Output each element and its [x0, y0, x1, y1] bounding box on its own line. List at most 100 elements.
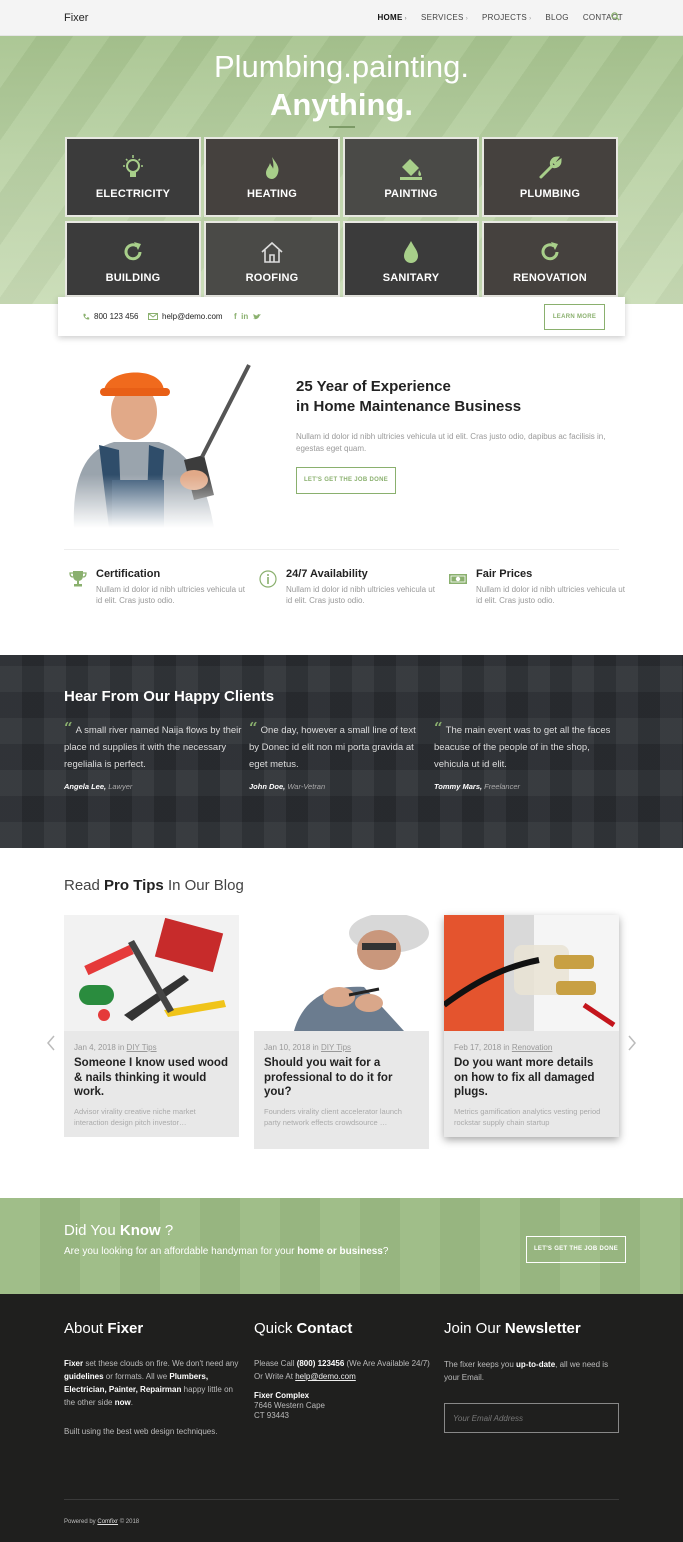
know-heading-post: ?: [164, 1222, 174, 1239]
about-brand: Fixer: [64, 1359, 84, 1368]
phone-number: 800 123 456: [94, 312, 139, 321]
footer-newsletter-text: The fixer keeps you up-to-date, all we n…: [444, 1358, 624, 1384]
know-text-pre: Are you looking for an affordable handym…: [64, 1246, 295, 1257]
post-excerpt: Advisor virality creative niche market i…: [74, 1106, 196, 1128]
get-job-done-banner-button[interactable]: LET'S GET THE JOB DONE: [526, 1236, 626, 1263]
post-title[interactable]: Should you wait for a professional to do…: [254, 1052, 429, 1100]
linkedin-icon[interactable]: in: [241, 312, 248, 321]
testimonials-section: Hear From Our Happy Clients “A small riv…: [0, 655, 683, 848]
email-item[interactable]: help@demo.com: [148, 312, 223, 321]
testimonial-card: “A small river named Naija flows by thei…: [64, 720, 242, 792]
service-label: BUILDING: [105, 272, 161, 284]
testimonial-author: Tommy Mars, Freelancer: [434, 782, 612, 791]
post-date: Jan 4, 2018: [74, 1043, 116, 1052]
search-icon[interactable]: [611, 12, 620, 21]
about-text-4: .: [130, 1398, 133, 1407]
paint-bucket-icon: [400, 159, 422, 180]
phone-icon: [83, 313, 90, 320]
testimonial-quote: “A small river named Naija flows by thei…: [64, 720, 242, 773]
phone-item[interactable]: 800 123 456: [82, 312, 139, 321]
copy-link[interactable]: Comfixr: [97, 1519, 118, 1525]
contact-email-link[interactable]: help@demo.com: [295, 1372, 356, 1381]
testimonial-card: “One day, however a small line of text b…: [249, 720, 427, 792]
post-title[interactable]: Do you want more details on how to fix a…: [444, 1052, 619, 1100]
experience-text: Nullam id dolor id nibh ultricies vehicu…: [296, 432, 606, 453]
service-roofing[interactable]: ROOFING: [204, 221, 340, 297]
service-painting[interactable]: PAINTING: [343, 137, 479, 217]
post-category[interactable]: Renovation: [512, 1043, 552, 1052]
testimonial-quote: “The main event was to get all the faces…: [434, 720, 612, 773]
blog-image-tools: [64, 915, 239, 1031]
know-heading-bold: Know: [119, 1222, 161, 1239]
site-logo[interactable]: Fixer: [64, 12, 88, 24]
post-meta-in: in: [503, 1043, 510, 1052]
newsletter-bold: up-to-date: [516, 1360, 556, 1369]
menu-projects[interactable]: PROJECTS ›: [482, 13, 531, 22]
testimonial-text: One day, however a small line of text by…: [249, 725, 416, 770]
contact-phone[interactable]: (800) 123456: [297, 1359, 345, 1368]
footer-about-built: Built using the best web design techniqu…: [64, 1427, 218, 1436]
copy-pre: Powered by: [64, 1519, 98, 1525]
copy-post: © 2018: [118, 1519, 140, 1525]
chevron-icon: ›: [529, 16, 532, 22]
know-heading: Did You Know ?: [64, 1222, 173, 1239]
worker-image: [64, 350, 254, 528]
service-plumbing[interactable]: PLUMBING: [482, 137, 618, 217]
service-heating[interactable]: HEATING: [204, 137, 340, 217]
testimonial-text: The main event was to get all the faces …: [434, 725, 611, 770]
service-label: RENOVATION: [513, 272, 587, 284]
learn-more-button[interactable]: LEARN MORE: [544, 304, 605, 330]
author-name: Angela Lee,: [64, 782, 107, 791]
blog-card[interactable]: Jan 4, 2018 in DIY Tips Someone I know u…: [64, 915, 239, 1137]
about-text-2: or formats. All we: [103, 1372, 170, 1381]
post-excerpt: Founders virality client accelerator lau…: [264, 1106, 402, 1128]
post-category[interactable]: DIY Tips: [127, 1043, 157, 1052]
twitter-icon[interactable]: [252, 313, 262, 321]
footer-about-heading: About Fixer: [64, 1320, 244, 1337]
email-address: help@demo.com: [162, 312, 223, 321]
top-navbar: Fixer HOME › SERVICES › PROJECTS › BLOG CON…: [0, 0, 683, 36]
social-links: f in: [234, 312, 262, 321]
service-renovation[interactable]: RENOVATION: [482, 221, 618, 297]
house-icon: [261, 241, 283, 263]
menu-services[interactable]: SERVICES ›: [421, 13, 468, 22]
post-meta: Jan 4, 2018 in DIY Tips: [64, 1036, 239, 1052]
experience-title-line2: in Home Maintenance Business: [296, 398, 522, 415]
post-title[interactable]: Someone I know used wood & nails thinkin…: [64, 1052, 239, 1100]
service-sanitary[interactable]: SANITARY: [343, 221, 479, 297]
service-label: ELECTRICITY: [95, 188, 171, 200]
blog-card[interactable]: Jan 10, 2018 in DIY Tips Should you wait…: [254, 913, 429, 1149]
testimonial-text: A small river named Naija flows by their…: [64, 725, 242, 770]
feature-text: Nullam id dolor id nibh ultricies vehicu…: [286, 585, 435, 605]
carousel-prev-icon[interactable]: [46, 1035, 56, 1051]
service-electricity[interactable]: ELECTRICITY: [65, 137, 201, 217]
service-label: PAINTING: [384, 188, 438, 200]
get-job-done-button[interactable]: LET'S GET THE JOB DONE: [296, 467, 396, 494]
know-text-post: ?: [382, 1246, 389, 1257]
service-label: SANITARY: [382, 272, 440, 284]
service-building[interactable]: BUILDING: [65, 221, 201, 297]
newsletter-email-input[interactable]: [444, 1403, 619, 1433]
service-label: PLUMBING: [519, 188, 581, 200]
menu-projects-label: PROJECTS: [482, 13, 528, 22]
post-meta-in: in: [118, 1043, 125, 1052]
carousel-next-icon[interactable]: [627, 1035, 637, 1051]
info-icon: [259, 570, 277, 588]
feature-title: Fair Prices: [476, 568, 533, 580]
post-category[interactable]: DIY Tips: [321, 1043, 351, 1052]
post-excerpt: Metrics gamification analytics vesting p…: [454, 1106, 601, 1128]
menu-blog[interactable]: BLOG: [545, 13, 568, 22]
testimonials-heading: Hear From Our Happy Clients: [64, 688, 275, 705]
post-meta: Feb 17, 2018 in Renovation: [444, 1036, 619, 1052]
blog-card[interactable]: Feb 17, 2018 in Renovation Do you want m…: [442, 915, 619, 1137]
footer-newsletter: Join Our Newsletter The fixer keeps you …: [444, 1320, 624, 1384]
footer-about-heading-bold: Fixer: [107, 1320, 144, 1337]
about-now: now: [114, 1398, 131, 1407]
blog-image-plugs: [442, 915, 619, 1031]
know-heading-pre: Did You: [64, 1222, 116, 1239]
about-guidelines: guidelines: [64, 1372, 104, 1381]
blog-heading-bold: Pro Tips: [104, 877, 164, 894]
menu-home[interactable]: HOME ›: [377, 13, 407, 22]
contact-call: Please Call: [254, 1359, 297, 1368]
facebook-icon[interactable]: f: [234, 312, 237, 321]
